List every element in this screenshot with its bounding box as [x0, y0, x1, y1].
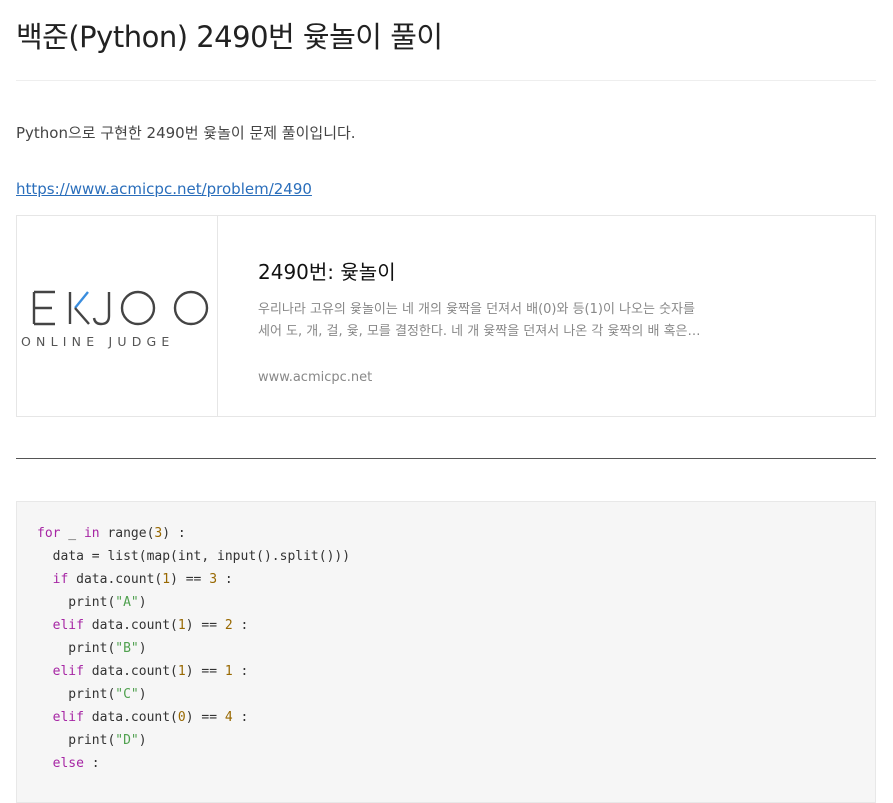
code-token-plain: ) : [162, 526, 186, 541]
logo-subtitle: ONLINE JUDGE [21, 334, 175, 349]
title-divider [16, 80, 876, 81]
code-token-plain: ) == [170, 572, 210, 587]
code-token-plain: ) [138, 641, 147, 656]
code-line: for _ in range(3) : [37, 522, 350, 545]
code-token-plain: : [232, 618, 249, 633]
code-token-plain: print( [37, 687, 116, 702]
code-line: print("C") [37, 683, 350, 706]
code-token-plain: range( [99, 526, 155, 541]
code-token-plain: : [217, 572, 233, 587]
code-line: if data.count(1) == 3 : [37, 568, 350, 591]
code-token-str: "D" [115, 733, 139, 748]
code-token-num: 0 [177, 710, 186, 725]
code-token-plain: ) [138, 687, 147, 702]
code-token-plain: _ [60, 526, 84, 541]
preview-description-line: 우리나라 고유의 윷놀이는 네 개의 윷짝을 던져서 배(0)와 등(1)이 나… [258, 302, 695, 317]
code-token-plain: data = list(map(int, input().split())) [37, 549, 351, 564]
code-token-str: "B" [115, 641, 139, 656]
code-token-kw: elif [37, 710, 84, 725]
preview-url: www.acmicpc.net [258, 370, 373, 385]
code-line: elif data.count(1) == 2 : [37, 614, 350, 637]
code-line: else : [37, 752, 350, 775]
code-line: elif data.count(0) == 4 : [37, 706, 350, 729]
code-token-str: "A" [115, 595, 139, 610]
code-token-plain: data.count( [83, 710, 178, 725]
code-token-plain: data.count( [68, 572, 163, 587]
code-line: elif data.count(1) == 1 : [37, 660, 350, 683]
code-line: data = list(map(int, input().split())) [37, 545, 350, 568]
code-token-num: 2 [224, 618, 233, 633]
intro-text: Python으로 구현한 2490번 윷놀이 문제 풀이입니다. [16, 124, 356, 142]
code-content[interactable]: for _ in range(3) : data = list(map(int,… [37, 522, 350, 775]
page-title: 백준(Python) 2490번 윷놀이 풀이 [16, 20, 443, 54]
code-token-plain: ) [138, 733, 147, 748]
code-token-num: 1 [224, 664, 233, 679]
code-token-kw: for [37, 526, 61, 541]
code-token-kw: else [37, 756, 84, 771]
code-token-kw: if [37, 572, 69, 587]
code-token-num: 1 [177, 664, 186, 679]
code-line: print("D") [37, 729, 350, 752]
code-token-plain: ) == [185, 618, 225, 633]
code-token-plain: ) == [185, 664, 225, 679]
code-token-plain: ) == [185, 710, 225, 725]
code-token-num: 1 [177, 618, 186, 633]
preview-description-line: 세어 도, 개, 걸, 윷, 모를 결정한다. 네 개 윷짝을 던져서 나온 각… [258, 324, 701, 339]
code-token-plain: : [232, 710, 249, 725]
problem-link[interactable]: https://www.acmicpc.net/problem/2490 [16, 180, 312, 198]
code-token-str: "C" [115, 687, 139, 702]
code-token-num: 1 [162, 572, 171, 587]
code-token-plain: : [83, 756, 100, 771]
code-token-plain: data.count( [83, 618, 178, 633]
preview-description: 우리나라 고유의 윷놀이는 네 개의 윷짝을 던져서 배(0)와 등(1)이 나… [258, 299, 738, 343]
code-token-plain: ) [138, 595, 147, 610]
code-token-plain: data.count( [83, 664, 178, 679]
code-token-kw: elif [37, 664, 84, 679]
code-token-plain: print( [37, 595, 116, 610]
code-block[interactable]: for _ in range(3) : data = list(map(int,… [16, 501, 876, 803]
code-token-plain: : [232, 664, 249, 679]
link-preview-card[interactable]: ONLINE JUDGE 2490번: 윷놀이 우리나라 고유의 윷놀이는 네 … [16, 215, 876, 417]
code-token-kw: in [83, 526, 100, 541]
code-token-num: 3 [209, 572, 218, 587]
code-token-plain: print( [37, 733, 116, 748]
code-token-kw: elif [37, 618, 84, 633]
preview-title: 2490번: 윷놀이 [258, 260, 396, 284]
horizontal-rule [16, 458, 876, 459]
baekjoon-logo-image: ONLINE JUDGE [21, 290, 209, 349]
code-token-num: 4 [224, 710, 233, 725]
baekjoon-logo: ONLINE JUDGE [17, 216, 218, 416]
code-token-plain: print( [37, 641, 116, 656]
code-line: print("B") [37, 637, 350, 660]
code-line: print("A") [37, 591, 350, 614]
